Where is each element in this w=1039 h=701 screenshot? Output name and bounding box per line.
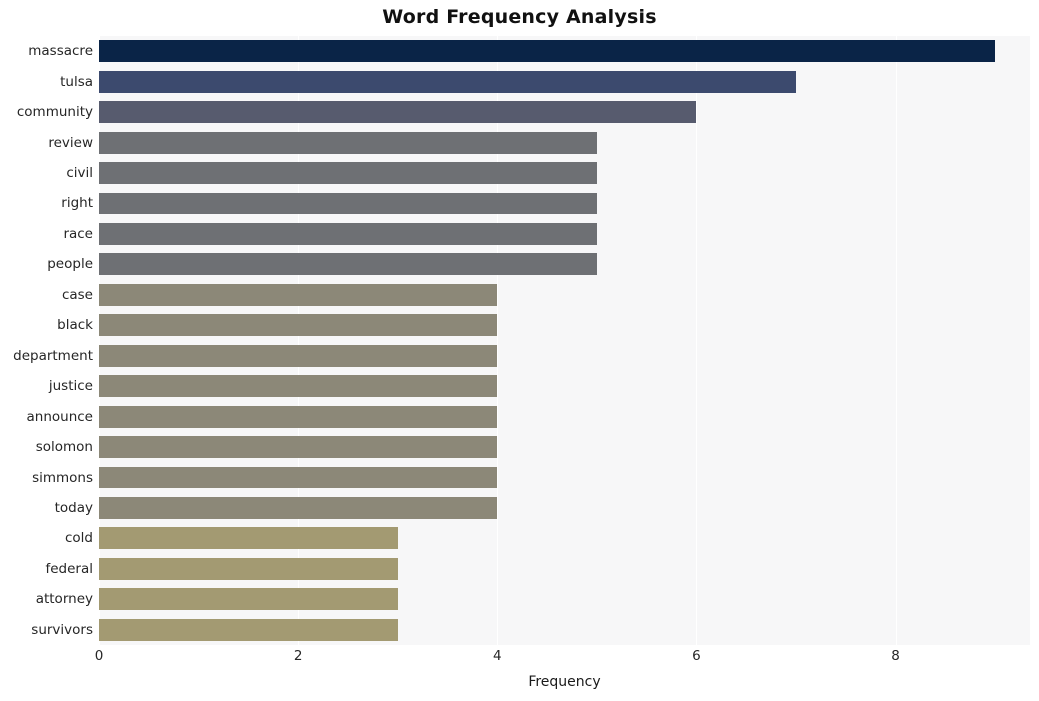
plot-area xyxy=(99,36,1030,645)
bar-row xyxy=(99,466,1030,489)
bar-row xyxy=(99,618,1030,641)
bar-justice[interactable] xyxy=(99,375,498,398)
bar-row xyxy=(99,40,1030,63)
bar-row xyxy=(99,375,1030,398)
y-tick-label-civil: civil xyxy=(66,165,93,182)
y-tick-label-cold: cold xyxy=(64,530,93,547)
y-tick-label-race: race xyxy=(63,225,93,242)
y-tick-label-federal: federal xyxy=(45,560,93,577)
y-tick-label-justice: justice xyxy=(48,378,93,395)
bar-simmons[interactable] xyxy=(99,466,498,489)
x-tick-label-8: 8 xyxy=(891,648,900,664)
bar-row xyxy=(99,588,1030,611)
bar-row xyxy=(99,405,1030,428)
bar-row xyxy=(99,101,1030,124)
bar-row xyxy=(99,162,1030,184)
x-tick-label-4: 4 xyxy=(492,648,502,664)
bar-survivors[interactable] xyxy=(99,618,398,641)
bar-race[interactable] xyxy=(99,222,597,245)
bars-layer xyxy=(99,36,1030,645)
bar-row xyxy=(99,70,1030,93)
y-tick-label-solomon: solomon xyxy=(35,439,93,456)
bar-cold[interactable] xyxy=(99,527,398,550)
bar-row xyxy=(99,253,1030,276)
bar-community[interactable] xyxy=(99,101,697,124)
y-axis-tick-labels: massacre tulsa community review civil right ra… xyxy=(0,36,93,645)
bar-row xyxy=(99,344,1030,367)
x-tick-label-0: 0 xyxy=(94,648,104,664)
y-tick-label-survivors: survivors xyxy=(31,621,93,638)
bar-people[interactable] xyxy=(99,253,597,276)
bar-row xyxy=(99,314,1030,337)
bar-civil[interactable] xyxy=(99,162,597,184)
y-tick-label-massacre: massacre xyxy=(28,43,93,60)
y-tick-label-black: black xyxy=(57,317,93,334)
bar-row xyxy=(99,527,1030,550)
y-tick-label-attorney: attorney xyxy=(35,591,93,608)
bar-row xyxy=(99,131,1030,154)
y-tick-label-right: right xyxy=(61,195,93,212)
y-tick-label-community: community xyxy=(16,104,93,121)
x-tick-label-2: 2 xyxy=(293,648,303,664)
bar-row xyxy=(99,557,1030,580)
y-tick-label-tulsa: tulsa xyxy=(60,73,93,90)
bar-row xyxy=(99,222,1030,245)
bar-row xyxy=(99,436,1030,459)
bar-row xyxy=(99,497,1030,519)
y-tick-label-announce: announce xyxy=(26,408,94,425)
bar-department[interactable] xyxy=(99,344,498,367)
y-tick-label-review: review xyxy=(48,134,93,151)
bar-right[interactable] xyxy=(99,192,597,215)
bar-case[interactable] xyxy=(99,283,498,306)
bar-tulsa[interactable] xyxy=(99,70,796,93)
x-tick-label-6: 6 xyxy=(692,648,701,664)
y-tick-label-people: people xyxy=(47,256,93,273)
bar-today[interactable] xyxy=(99,497,498,519)
x-axis-title: Frequency xyxy=(528,674,601,690)
chart-title: Word Frequency Analysis xyxy=(382,6,657,28)
bar-black[interactable] xyxy=(99,314,498,337)
bar-review[interactable] xyxy=(99,131,597,154)
y-tick-label-department: department xyxy=(13,347,93,364)
bar-federal[interactable] xyxy=(99,557,398,580)
bar-announce[interactable] xyxy=(99,405,498,428)
bar-row xyxy=(99,192,1030,215)
bar-solomon[interactable] xyxy=(99,436,498,459)
y-tick-label-case: case xyxy=(61,286,93,303)
x-axis-tick-labels: 0 2 4 6 8 xyxy=(95,648,1030,670)
bar-row xyxy=(99,283,1030,306)
chart-figure: Word Frequency Analysis massacre tulsa com… xyxy=(0,0,1039,701)
y-tick-label-today: today xyxy=(54,499,93,516)
bar-massacre[interactable] xyxy=(99,40,996,63)
bar-attorney[interactable] xyxy=(99,588,398,611)
y-tick-label-simmons: simmons xyxy=(32,469,93,486)
